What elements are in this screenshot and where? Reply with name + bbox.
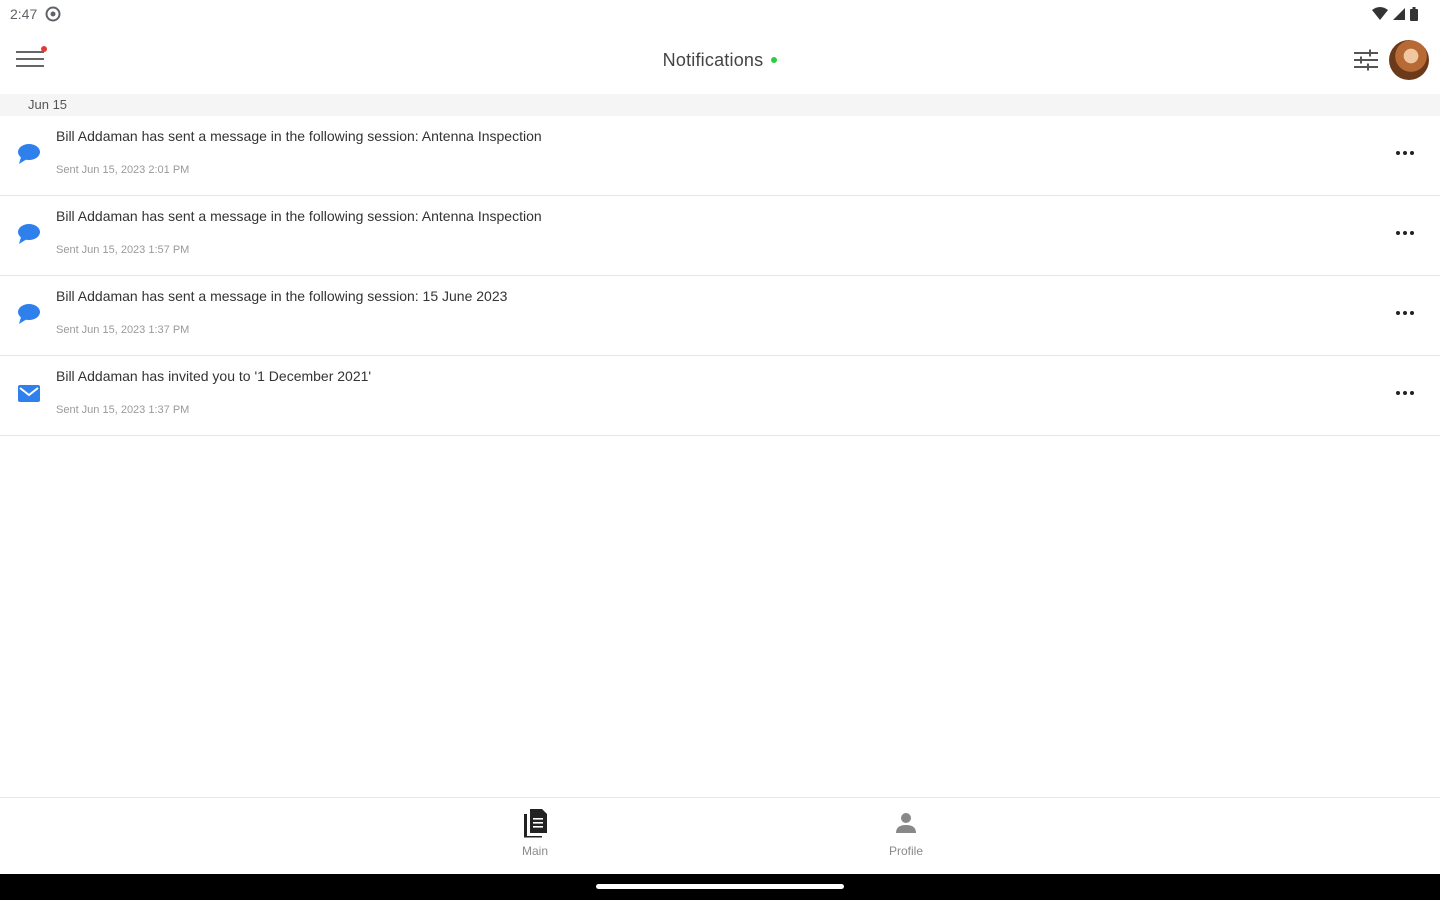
- battery-icon: [1410, 7, 1418, 21]
- system-gesture-bar: [0, 874, 1440, 900]
- settings-gear-icon: [45, 6, 61, 22]
- page-title: Notifications: [662, 49, 764, 70]
- more-icon-dot: [1403, 391, 1407, 395]
- signal-icon: [1393, 8, 1405, 20]
- online-status-dot: [771, 57, 778, 63]
- more-icon-dot: [1403, 311, 1407, 315]
- notification-message: Bill Addaman has sent a message in the f…: [56, 208, 542, 224]
- chat-bubble-icon: [18, 224, 40, 244]
- notification-message: Bill Addaman has sent a message in the f…: [56, 128, 542, 144]
- more-icon-dot: [1410, 311, 1414, 315]
- menu-notification-dot: [41, 46, 47, 52]
- nav-item-profile[interactable]: Profile: [846, 808, 966, 866]
- nav-label-profile: Profile: [888, 844, 923, 858]
- more-icon-dot: [1396, 231, 1400, 235]
- status-bar: 2:47: [0, 0, 1440, 28]
- status-time: 2:47: [10, 6, 38, 22]
- home-gesture-handle[interactable]: [596, 884, 844, 889]
- nav-label-main: Main: [521, 844, 548, 858]
- date-group-header: Jun 15: [0, 94, 1440, 116]
- wifi-icon: [1372, 7, 1388, 20]
- more-icon-dot: [1396, 391, 1400, 395]
- more-icon-dot: [1403, 231, 1407, 235]
- more-options-button[interactable]: [1386, 140, 1424, 166]
- chat-bubble-icon: [18, 144, 40, 164]
- document-icon: [524, 809, 547, 838]
- notification-timestamp: Sent Jun 15, 2023 1:37 PM: [56, 404, 190, 416]
- more-icon-dot: [1396, 311, 1400, 315]
- more-options-button[interactable]: [1386, 300, 1424, 326]
- bottom-navigation: Main Profile: [0, 797, 1440, 875]
- more-options-button[interactable]: [1386, 380, 1424, 406]
- more-options-button[interactable]: [1386, 220, 1424, 246]
- notification-item[interactable]: Bill Addaman has sent a message in the f…: [0, 116, 1440, 196]
- notification-message: Bill Addaman has sent a message in the f…: [56, 288, 508, 304]
- notifications-screen: 2:47 Notifications Jun 15 Bill Addaman h…: [0, 0, 1440, 900]
- notification-timestamp: Sent Jun 15, 2023 1:57 PM: [56, 244, 190, 256]
- envelope-icon: [18, 385, 40, 402]
- nav-item-main[interactable]: Main: [475, 808, 595, 866]
- person-icon: [896, 813, 916, 833]
- more-icon-dot: [1396, 151, 1400, 155]
- notification-message: Bill Addaman has invited you to '1 Decem…: [56, 368, 372, 384]
- notification-timestamp: Sent Jun 15, 2023 2:01 PM: [56, 164, 190, 176]
- menu-button[interactable]: [12, 40, 52, 80]
- more-icon-dot: [1403, 151, 1407, 155]
- notification-item[interactable]: Bill Addaman has invited you to '1 Decem…: [0, 356, 1440, 436]
- notification-list: Bill Addaman has sent a message in the f…: [0, 116, 1440, 436]
- filter-icon: [1354, 49, 1378, 71]
- app-bar: Notifications: [0, 28, 1440, 92]
- notification-item[interactable]: Bill Addaman has sent a message in the f…: [0, 276, 1440, 356]
- more-icon-dot: [1410, 391, 1414, 395]
- more-icon-dot: [1410, 231, 1414, 235]
- notification-item[interactable]: Bill Addaman has sent a message in the f…: [0, 196, 1440, 276]
- notification-timestamp: Sent Jun 15, 2023 1:37 PM: [56, 324, 190, 336]
- more-icon-dot: [1410, 151, 1414, 155]
- avatar[interactable]: [1389, 40, 1429, 80]
- filter-button[interactable]: [1350, 44, 1382, 76]
- chat-bubble-icon: [18, 304, 40, 324]
